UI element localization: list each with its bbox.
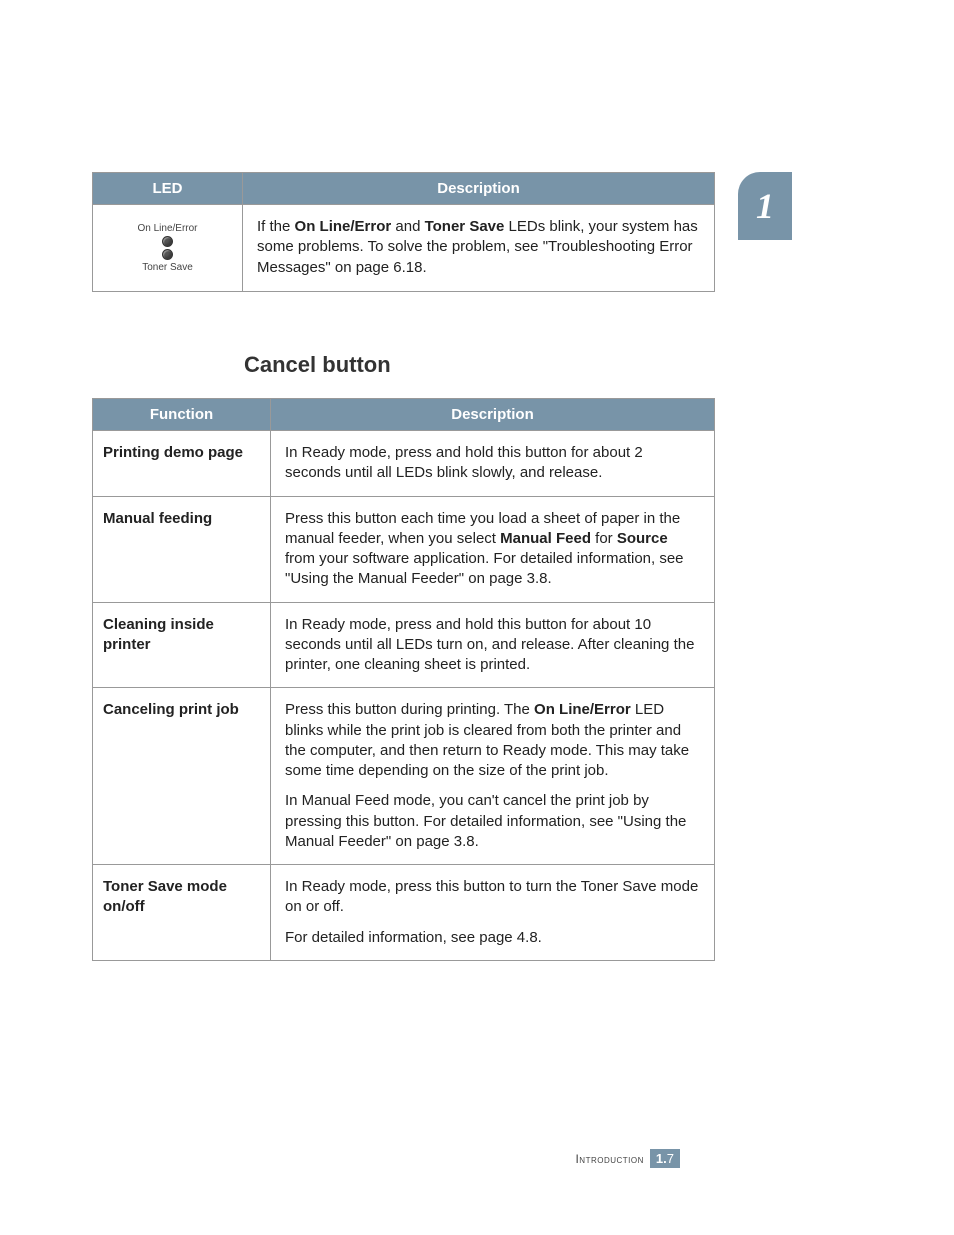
description-paragraph: For detailed information, see page 4.8.	[285, 928, 700, 948]
desc-text: In Ready mode, press and hold this butto…	[285, 444, 643, 481]
function-name-cell: Cleaning inside printer	[93, 602, 271, 688]
led-table-row: On Line/Error Toner Save If the On Line/…	[93, 205, 715, 292]
led-label-toner-save: Toner Save	[142, 262, 193, 273]
footer-page-number: 1.7	[650, 1149, 680, 1168]
function-table: Function Description Printing demo page I…	[92, 398, 715, 961]
footer-page-major: 1.	[656, 1151, 667, 1166]
description-paragraph: Press this button each time you load a s…	[285, 509, 700, 590]
function-name-cell: Toner Save mode on/off	[93, 865, 271, 961]
chapter-number: 1	[756, 185, 774, 227]
description-paragraph: In Manual Feed mode, you can't cancel th…	[285, 791, 700, 852]
led-table-header-led: LED	[93, 173, 243, 205]
desc-bold: On Line/Error	[534, 701, 631, 718]
function-table-header-function: Function	[93, 399, 271, 431]
led-table-cell-description: If the On Line/Error and Toner Save LEDs…	[243, 205, 715, 292]
led-table-header-description: Description	[243, 173, 715, 205]
desc-bold: On Line/Error	[295, 218, 392, 235]
desc-text: Press this button during printing. The	[285, 701, 534, 718]
desc-bold: Manual Feed	[500, 530, 591, 547]
desc-text: If the	[257, 218, 295, 235]
led-dot-icon	[162, 249, 173, 260]
function-description-cell: In Ready mode, press and hold this butto…	[271, 431, 715, 497]
page-content: LED Description On Line/Error Toner Save	[92, 172, 715, 961]
function-table-row: Printing demo page In Ready mode, press a…	[93, 431, 715, 497]
function-table-row: Cleaning inside printerIn Ready mode, pr…	[93, 602, 715, 688]
desc-text: In Ready mode, press and hold this butto…	[285, 616, 694, 674]
function-table-row: Manual feedingPress this button each tim…	[93, 496, 715, 602]
function-description-cell: Press this button during printing. The O…	[271, 688, 715, 865]
description-paragraph: Press this button during printing. The O…	[285, 700, 700, 781]
footer-section-name: Introduction	[575, 1152, 643, 1166]
led-dot-icon	[162, 236, 173, 247]
function-name-cell: Printing demo page	[93, 431, 271, 497]
led-table: LED Description On Line/Error Toner Save	[92, 172, 715, 292]
description-paragraph: In Ready mode, press and hold this butto…	[285, 443, 700, 484]
footer-page-minor: 7	[667, 1151, 678, 1166]
page: 1 LED Description On Line/Error	[0, 0, 954, 1235]
desc-text: In Ready mode, press this button to turn…	[285, 878, 698, 915]
function-description-cell: In Ready mode, press this button to turn…	[271, 865, 715, 961]
led-label-online-error: On Line/Error	[137, 223, 197, 234]
function-description-cell: Press this button each time you load a s…	[271, 496, 715, 602]
function-table-row: Toner Save mode on/off In Ready mode, pre…	[93, 865, 715, 961]
desc-text: from your software application. For deta…	[285, 550, 684, 587]
page-footer: Introduction 1.7	[575, 1149, 680, 1168]
function-name-cell: Manual feeding	[93, 496, 271, 602]
description-paragraph: In Ready mode, press and hold this butto…	[285, 615, 700, 676]
desc-text: and	[391, 218, 424, 235]
section-heading: Cancel button	[244, 352, 715, 378]
desc-text: In Manual Feed mode, you can't cancel th…	[285, 792, 686, 850]
led-table-cell-led: On Line/Error Toner Save	[93, 205, 243, 292]
led-diagram: On Line/Error Toner Save	[107, 217, 228, 279]
desc-bold: Source	[617, 530, 668, 547]
function-table-row: Canceling print jobPress this button dur…	[93, 688, 715, 865]
chapter-tab: 1	[738, 172, 792, 240]
description-paragraph: In Ready mode, press this button to turn…	[285, 877, 700, 918]
desc-text: For detailed information, see page 4.8.	[285, 929, 542, 946]
desc-bold: Toner Save	[425, 218, 505, 235]
desc-text: for	[591, 530, 617, 547]
function-description-cell: In Ready mode, press and hold this butto…	[271, 602, 715, 688]
function-name-cell: Canceling print job	[93, 688, 271, 865]
function-table-header-description: Description	[271, 399, 715, 431]
